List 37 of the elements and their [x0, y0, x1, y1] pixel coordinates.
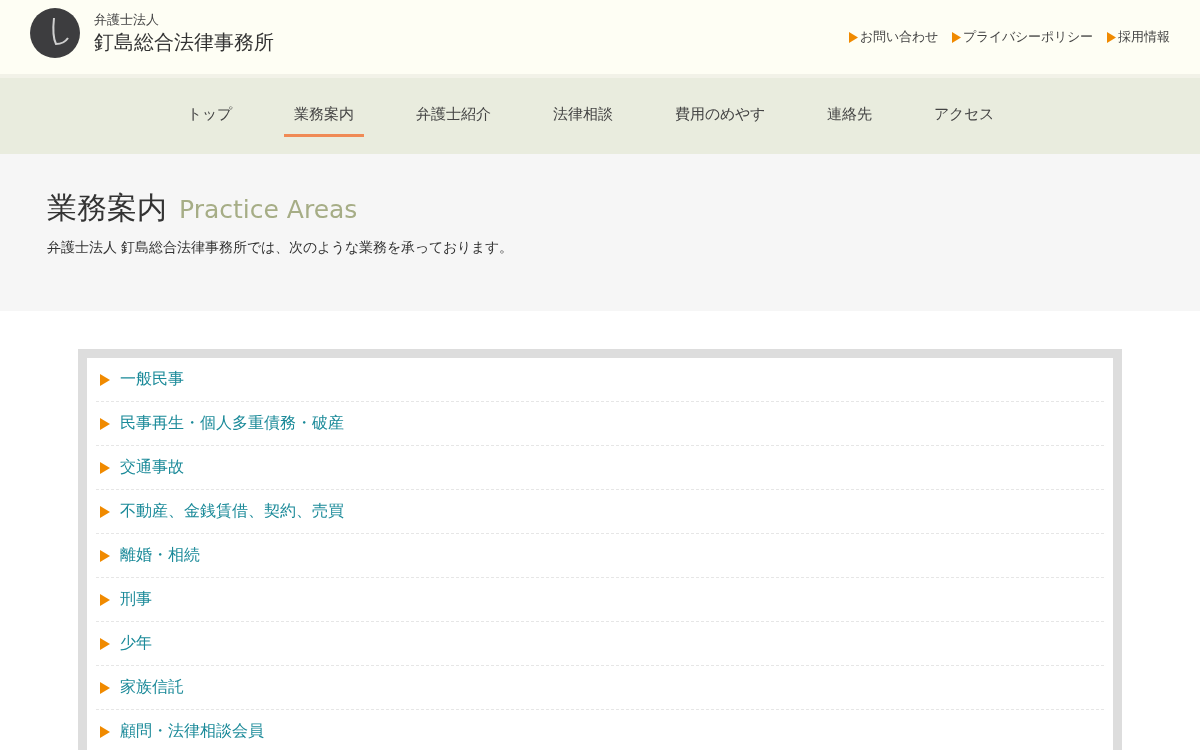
triangle-icon — [100, 637, 110, 650]
header-link[interactable]: お問い合わせ — [860, 28, 938, 46]
practice-area-link[interactable]: 一般民事 — [120, 369, 184, 390]
triangle-icon — [100, 417, 110, 430]
triangle-icon — [952, 31, 961, 43]
triangle-icon — [100, 549, 110, 562]
triangle-icon — [1107, 31, 1116, 43]
logo-icon — [30, 8, 80, 58]
practice-area-link[interactable]: 交通事故 — [120, 457, 184, 478]
practice-area-link[interactable]: 少年 — [120, 633, 152, 654]
nav-tab[interactable]: 費用のめやす — [664, 95, 775, 137]
nav-tab[interactable]: 業務案内 — [283, 95, 364, 137]
firm-name: 釘島総合法律事務所 — [94, 28, 274, 56]
nav-tab[interactable]: 法律相談 — [542, 95, 623, 137]
triangle-icon — [100, 593, 110, 606]
triangle-icon — [849, 31, 858, 43]
nav-tab[interactable]: 連絡先 — [816, 95, 882, 137]
nav-tab[interactable]: 弁護士紹介 — [405, 95, 501, 137]
page-subtitle: Practice Areas — [179, 195, 358, 224]
triangle-icon — [100, 373, 110, 386]
header-link[interactable]: プライバシーポリシー — [963, 28, 1093, 46]
triangle-icon — [100, 505, 110, 518]
nav-tab[interactable]: アクセス — [923, 95, 1004, 137]
triangle-icon — [100, 725, 110, 738]
page-title: 業務案内 — [47, 189, 167, 227]
triangle-icon — [100, 461, 110, 474]
practice-area-link[interactable]: 刑事 — [120, 589, 152, 610]
practice-area-link[interactable]: 民事再生・個人多重債務・破産 — [120, 413, 344, 434]
practice-area-link[interactable]: 家族信託 — [120, 677, 184, 698]
header-link[interactable]: 採用情報 — [1118, 28, 1170, 46]
practice-area-link[interactable]: 離婚・相続 — [120, 545, 200, 566]
practice-area-link[interactable]: 不動産、金銭賃借、契約、売買 — [120, 501, 344, 522]
firm-type: 弁護士法人 — [94, 10, 160, 29]
triangle-icon — [100, 681, 110, 694]
practice-area-link[interactable]: 顧問・法律相談会員 — [120, 721, 264, 742]
nav-tab[interactable]: トップ — [176, 95, 242, 137]
intro-text: 弁護士法人 釘島総合法律事務所では、次のような業務を承っております。 — [47, 239, 515, 257]
